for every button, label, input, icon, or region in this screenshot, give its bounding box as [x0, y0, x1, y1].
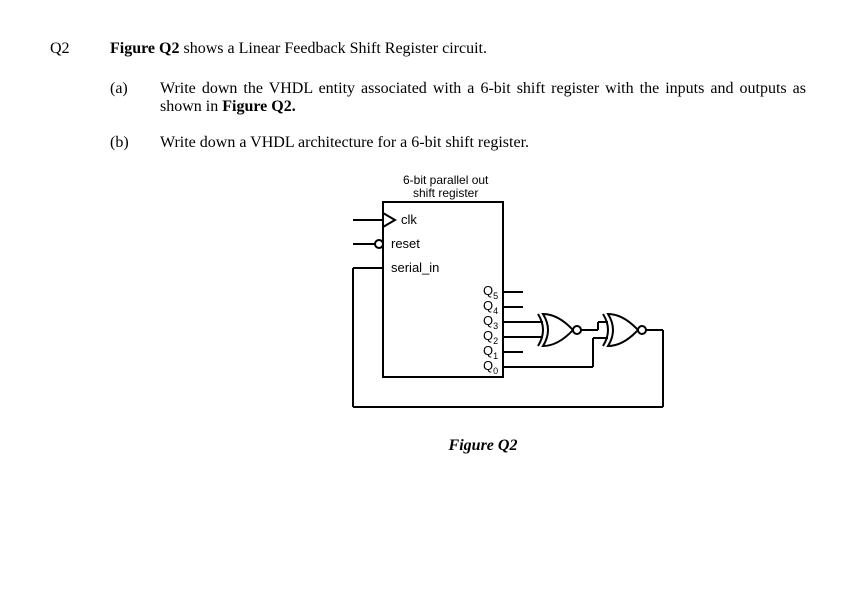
reset-label: reset [391, 236, 420, 251]
q2-sub: 2 [493, 336, 498, 346]
fig-title-1: 6-bit parallel out [403, 173, 489, 187]
part-a-label: (a) [110, 80, 160, 98]
reset-bubble-icon [375, 240, 383, 248]
xnor-gate-2-icon [603, 314, 646, 346]
part-a-text: Write down the VHDL entity associated wi… [160, 80, 806, 116]
lfsr-diagram: 6-bit parallel out shift register clk re… [283, 172, 683, 422]
q2-label: Q [483, 328, 493, 343]
part-a-row: (a) Write down the VHDL entity associate… [50, 80, 806, 116]
q4-label: Q [483, 298, 493, 313]
question-number: Q2 [50, 40, 110, 58]
figure-caption: Figure Q2 [449, 437, 518, 455]
q0-label: Q [483, 358, 493, 373]
q5-sub: 5 [493, 291, 498, 301]
question-intro-row: Q2 Figure Q2 shows a Linear Feedback Shi… [50, 40, 806, 58]
intro-text: Figure Q2 shows a Linear Feedback Shift … [110, 40, 806, 58]
part-b-label: (b) [110, 134, 160, 152]
q1-label: Q [483, 343, 493, 358]
q1-sub: 1 [493, 351, 498, 361]
serial-in-label: serial_in [391, 260, 439, 275]
figure-container: 6-bit parallel out shift register clk re… [160, 172, 806, 455]
q0-sub: 0 [493, 366, 498, 376]
q4-sub: 4 [493, 306, 498, 316]
part-b-row: (b) Write down a VHDL architecture for a… [50, 134, 806, 152]
clk-triangle-icon [383, 213, 395, 227]
xnor-gate-1-icon [538, 314, 581, 346]
fig-title-2: shift register [413, 186, 478, 200]
clk-label: clk [401, 212, 417, 227]
intro-rest: shows a Linear Feedback Shift Register c… [179, 40, 486, 57]
q3-sub: 3 [493, 321, 498, 331]
q3-label: Q [483, 313, 493, 328]
intro-figure-ref: Figure Q2 [110, 40, 179, 57]
part-a-bold: Figure Q2. [222, 98, 295, 115]
q5-label: Q [483, 283, 493, 298]
part-b-text: Write down a VHDL architecture for a 6-b… [160, 134, 806, 152]
